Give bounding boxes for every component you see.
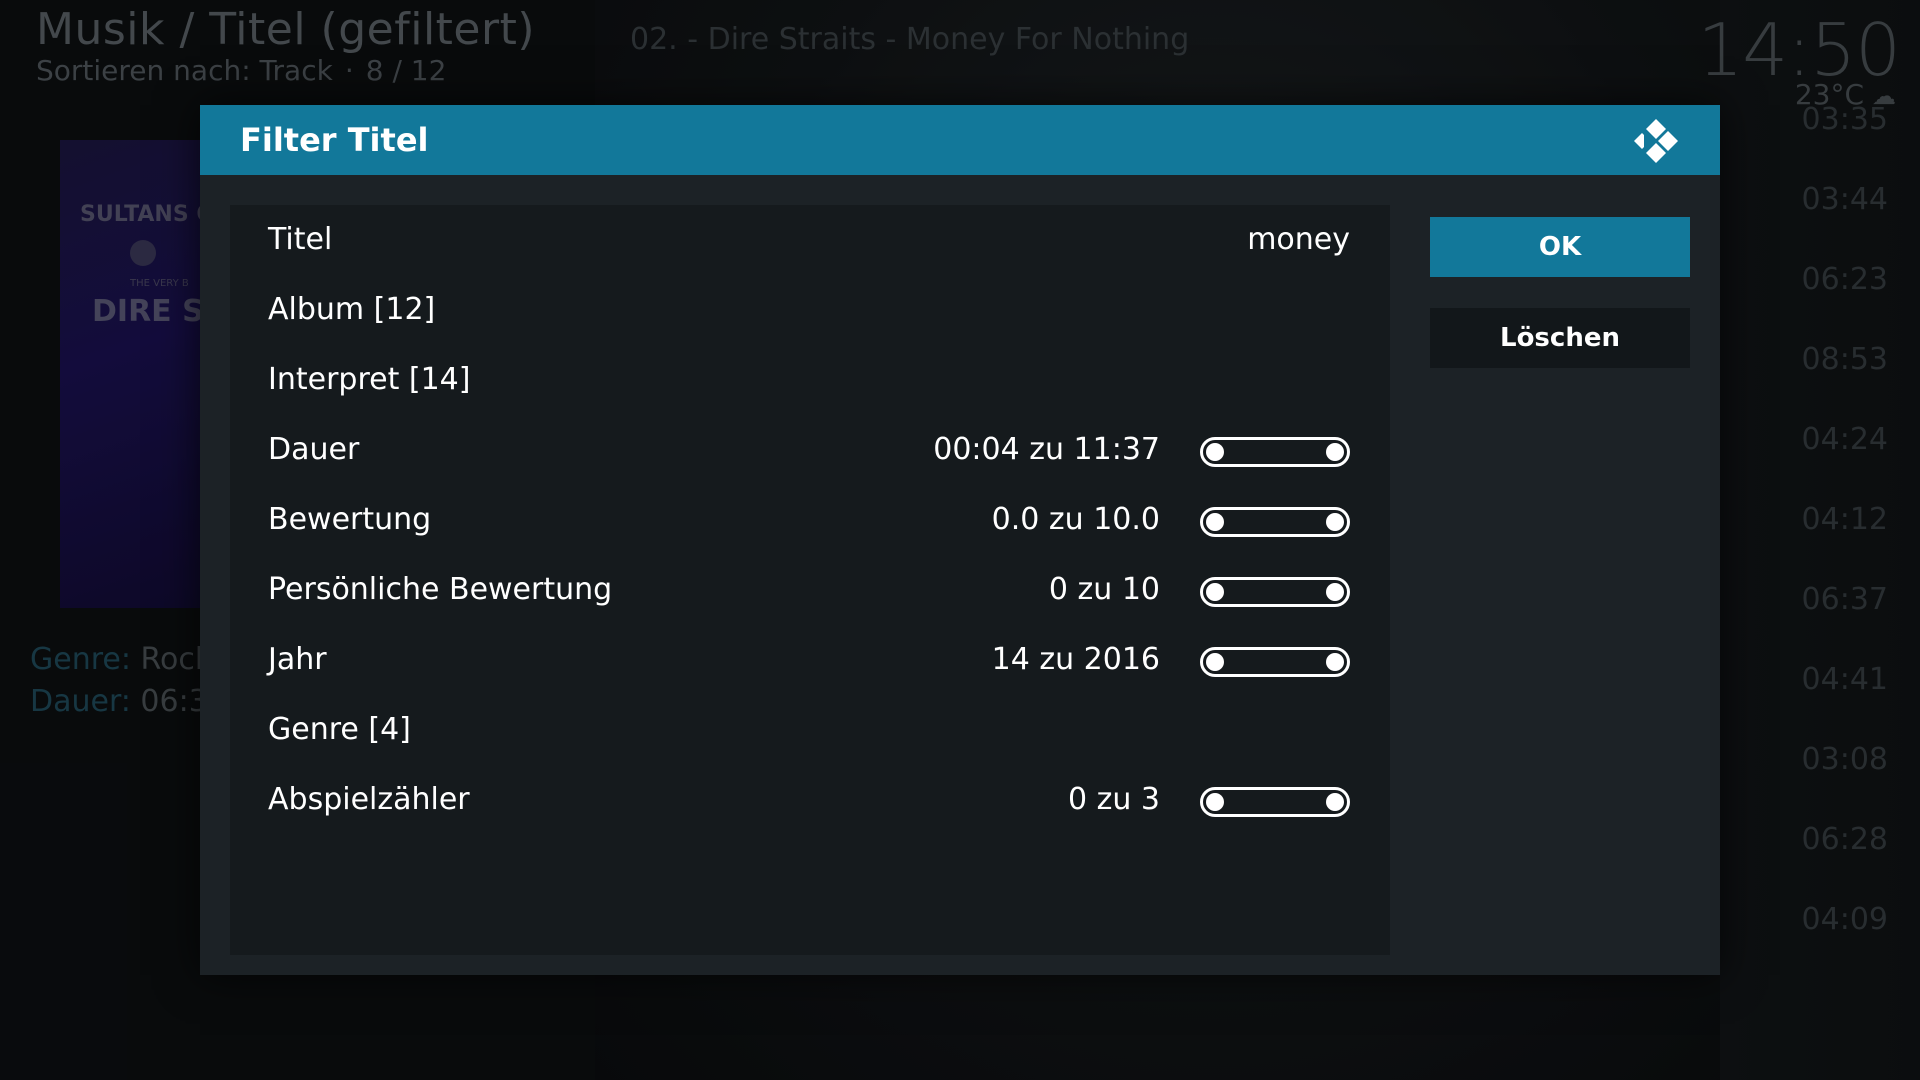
slider-max-handle[interactable]	[1326, 793, 1344, 811]
range-slider[interactable]	[1200, 787, 1350, 817]
filter-value: money	[1247, 222, 1350, 257]
filter-row-dauer[interactable]: Dauer 00:04 zu 11:37	[230, 415, 1390, 485]
filter-label: Interpret [14]	[268, 362, 471, 397]
filter-dialog: Filter Titel Titel money Album [12] Inte…	[200, 105, 1720, 975]
filter-row-persoenliche-bewertung[interactable]: Persönliche Bewertung 0 zu 10	[230, 555, 1390, 625]
filter-label: Genre [4]	[268, 712, 411, 747]
filter-label: Jahr	[268, 642, 327, 677]
range-slider[interactable]	[1200, 507, 1350, 537]
range-slider[interactable]	[1200, 437, 1350, 467]
range-slider[interactable]	[1200, 647, 1350, 677]
slider-max-handle[interactable]	[1326, 513, 1344, 531]
clear-button[interactable]: Löschen	[1430, 308, 1690, 368]
dialog-title: Filter Titel	[240, 121, 429, 159]
slider-min-handle[interactable]	[1206, 443, 1224, 461]
slider-max-handle[interactable]	[1326, 653, 1344, 671]
kodi-logo-icon	[1634, 119, 1678, 163]
filter-label: Titel	[268, 222, 333, 257]
filter-list: Titel money Album [12] Interpret [14] Da…	[230, 205, 1390, 955]
filter-value: 14 zu 2016	[991, 642, 1160, 677]
slider-min-handle[interactable]	[1206, 513, 1224, 531]
filter-row-bewertung[interactable]: Bewertung 0.0 zu 10.0	[230, 485, 1390, 555]
filter-row-album[interactable]: Album [12]	[230, 275, 1390, 345]
dialog-header: Filter Titel	[200, 105, 1720, 175]
filter-row-jahr[interactable]: Jahr 14 zu 2016	[230, 625, 1390, 695]
filter-row-interpret[interactable]: Interpret [14]	[230, 345, 1390, 415]
filter-row-titel[interactable]: Titel money	[230, 205, 1390, 275]
filter-value: 0 zu 3	[1067, 782, 1160, 817]
kodi-screen: Musik / Titel (gefiltert) Sortieren nach…	[0, 0, 1920, 1080]
filter-label: Bewertung	[268, 502, 432, 537]
range-slider[interactable]	[1200, 577, 1350, 607]
slider-min-handle[interactable]	[1206, 793, 1224, 811]
filter-value: 0 zu 10	[1048, 572, 1160, 607]
filter-row-abspielzaehler[interactable]: Abspielzähler 0 zu 3	[230, 765, 1390, 835]
filter-label: Album [12]	[268, 292, 436, 327]
filter-label: Dauer	[268, 432, 360, 467]
ok-button[interactable]: OK	[1430, 217, 1690, 277]
filter-value: 00:04 zu 11:37	[933, 432, 1160, 467]
filter-label: Abspielzähler	[268, 782, 470, 817]
slider-min-handle[interactable]	[1206, 583, 1224, 601]
slider-max-handle[interactable]	[1326, 443, 1344, 461]
filter-label: Persönliche Bewertung	[268, 572, 613, 607]
filter-row-genre[interactable]: Genre [4]	[230, 695, 1390, 765]
slider-min-handle[interactable]	[1206, 653, 1224, 671]
filter-value: 0.0 zu 10.0	[991, 502, 1160, 537]
slider-max-handle[interactable]	[1326, 583, 1344, 601]
